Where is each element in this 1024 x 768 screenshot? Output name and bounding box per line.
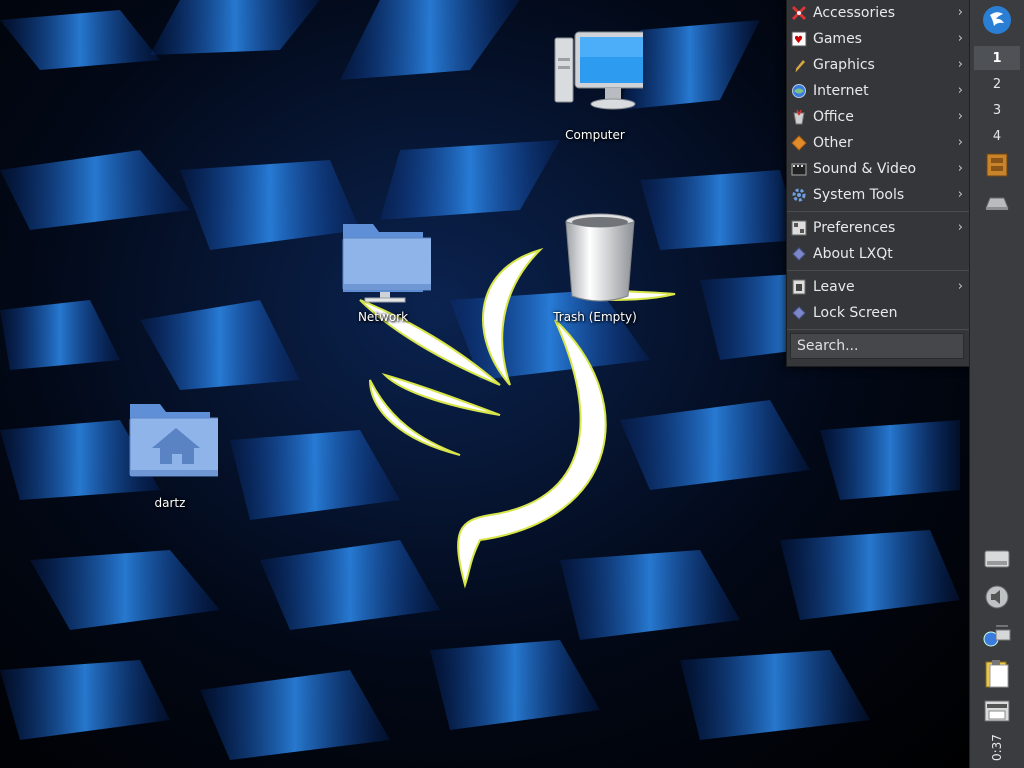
home-folder-icon	[122, 396, 223, 492]
menu-item-graphics[interactable]: Graphics ›	[787, 52, 971, 78]
network-tray-icon	[982, 622, 1012, 652]
menu-item-accessories[interactable]: Accessories ›	[787, 0, 971, 26]
chevron-right-icon: ›	[957, 279, 963, 294]
desktop-icon-label: Trash (Empty)	[553, 310, 637, 324]
desktop-icon-label: Network	[357, 310, 409, 324]
speaker-icon	[983, 584, 1011, 614]
sound-video-icon	[791, 161, 807, 177]
menu-item-other[interactable]: Other ›	[787, 130, 971, 156]
chevron-right-icon: ›	[957, 109, 963, 124]
computer-icon	[547, 28, 652, 124]
other-icon	[791, 135, 807, 151]
tray-network-button[interactable]	[974, 624, 1020, 650]
drive-icon	[983, 548, 1011, 574]
chevron-right-icon: ›	[957, 161, 963, 176]
preferences-icon	[791, 220, 807, 236]
menu-item-preferences[interactable]: Preferences ›	[787, 215, 971, 241]
workspace-3-button[interactable]: 3	[974, 98, 1020, 122]
quicklaunch-button[interactable]	[974, 192, 1020, 218]
menu-item-about[interactable]: About LXQt	[787, 241, 971, 267]
svg-text:♥: ♥	[794, 35, 803, 46]
graphics-icon	[791, 57, 807, 73]
desktop-icon-network[interactable]: Network	[328, 210, 438, 325]
workspace-1-button[interactable]: 1	[974, 46, 1020, 70]
desktop-icon-label: dartz	[154, 496, 186, 510]
network-folder-icon	[335, 210, 436, 306]
desktop-icon-label: Computer	[565, 128, 625, 142]
show-desktop-button[interactable]	[974, 153, 1020, 181]
lxqt-logo-icon	[982, 5, 1012, 39]
keyboard-icon	[983, 699, 1011, 727]
menu-item-internet[interactable]: Internet ›	[787, 78, 971, 104]
menu-item-system-tools[interactable]: System Tools ›	[787, 182, 971, 208]
menu-separator	[787, 329, 971, 330]
system-tools-icon	[791, 187, 807, 203]
menu-item-leave[interactable]: Leave ›	[787, 274, 971, 300]
panel-clock[interactable]: 0:37	[984, 732, 1010, 764]
desktop-icon-home[interactable]: dartz	[115, 396, 225, 511]
tray-volume-button[interactable]	[974, 584, 1020, 614]
office-icon	[791, 109, 807, 125]
lock-icon	[791, 305, 807, 321]
workspace-4-button[interactable]: 4	[974, 124, 1020, 148]
chevron-right-icon: ›	[957, 220, 963, 235]
menu-separator	[787, 270, 971, 271]
menu-item-games[interactable]: ♥ Games ›	[787, 26, 971, 52]
menu-search-input[interactable]	[790, 333, 964, 359]
accessories-icon	[791, 5, 807, 21]
chevron-right-icon: ›	[957, 83, 963, 98]
menu-separator	[787, 211, 971, 212]
clipboard-icon	[983, 659, 1011, 693]
tray-drive-button[interactable]	[974, 548, 1020, 574]
drive-launcher-icon	[984, 195, 1010, 215]
application-menu: Accessories › ♥ Games › Graphics › Inter…	[786, 0, 972, 367]
about-icon	[791, 246, 807, 262]
chevron-right-icon: ›	[957, 187, 963, 202]
menu-item-lock-screen[interactable]: Lock Screen	[787, 300, 971, 326]
main-menu-button[interactable]	[974, 6, 1020, 38]
menu-item-office[interactable]: Office ›	[787, 104, 971, 130]
chevron-right-icon: ›	[957, 31, 963, 46]
lxqt-panel: 1 2 3 4 0:37	[969, 0, 1024, 768]
leave-icon	[791, 279, 807, 295]
internet-icon	[791, 83, 807, 99]
tray-clipboard-button[interactable]	[974, 660, 1020, 692]
menu-item-sound-video[interactable]: Sound & Video ›	[787, 156, 971, 182]
chevron-right-icon: ›	[957, 57, 963, 72]
games-icon: ♥	[791, 31, 807, 47]
workspace-2-button[interactable]: 2	[974, 72, 1020, 96]
file-cabinet-icon	[986, 153, 1008, 181]
chevron-right-icon: ›	[957, 135, 963, 150]
chevron-right-icon: ›	[957, 5, 963, 20]
trash-icon	[547, 210, 643, 306]
tray-keyboard-button[interactable]	[974, 700, 1020, 726]
desktop-icon-trash[interactable]: Trash (Empty)	[540, 210, 650, 325]
desktop-icon-computer[interactable]: Computer	[540, 28, 652, 143]
